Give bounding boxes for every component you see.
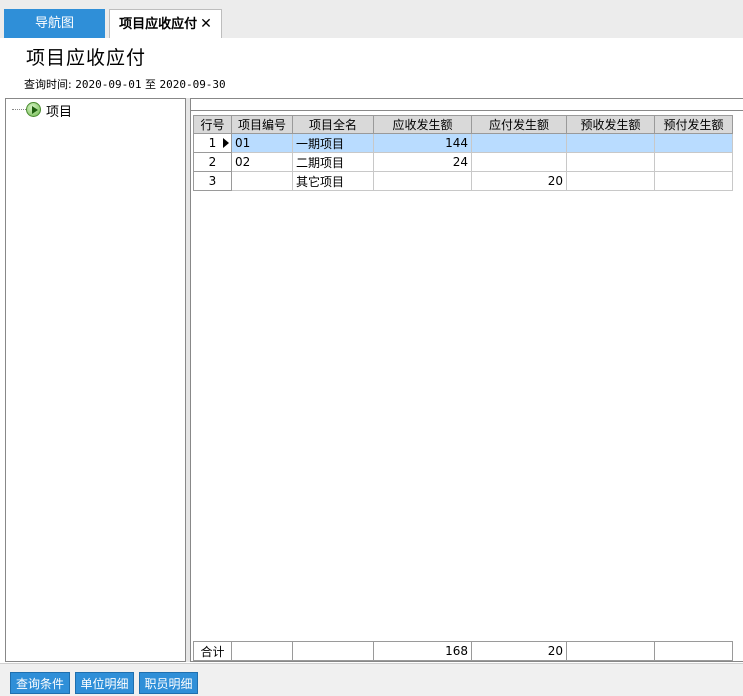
grid-top-strip — [191, 99, 743, 111]
name-cell[interactable]: 一期项目 — [292, 133, 374, 153]
code-cell[interactable] — [231, 171, 293, 191]
column-header-receivable[interactable]: 应收发生额 — [373, 115, 472, 134]
totals-receivable: 168 — [373, 641, 472, 661]
totals-row: 合计 168 20 — [193, 641, 733, 661]
grid-header-row: 行号 项目编号 项目全名 应收发生额 应付发生额 预收发生额 预付发生额 — [193, 115, 733, 134]
play-circle-icon — [26, 102, 41, 117]
tree-connector — [12, 109, 26, 110]
query-time-line: 查询时间: 2020-09-01 至 2020-09-30 — [24, 76, 226, 92]
row-number-cell: 1 — [193, 133, 232, 153]
totals-prereceived — [566, 641, 655, 661]
prereceived-cell[interactable] — [566, 152, 655, 172]
totals-payable: 20 — [471, 641, 567, 661]
date-to: 2020-09-30 — [159, 78, 226, 91]
bottom-toolbar: 查询条件 单位明细 职员明细 — [0, 663, 743, 696]
totals-name — [292, 641, 374, 661]
table-row[interactable]: 1 01 一期项目 144 — [193, 133, 733, 153]
prereceived-cell[interactable] — [566, 171, 655, 191]
totals-row-table: 合计 168 20 — [193, 641, 733, 661]
tab-bar: 导航图 项目应收应付 ✕ — [0, 0, 743, 38]
column-header-prereceived[interactable]: 预收发生额 — [566, 115, 655, 134]
close-icon[interactable]: ✕ — [200, 16, 212, 32]
unit-detail-button[interactable]: 单位明细 — [75, 672, 134, 694]
query-time-label: 查询时间: — [24, 78, 72, 91]
prepaid-cell[interactable] — [654, 171, 733, 191]
staff-detail-button[interactable]: 职员明细 — [139, 672, 198, 694]
receivable-cell[interactable]: 144 — [373, 133, 472, 153]
page-title: 项目应收应付 — [26, 47, 147, 69]
tab-project-receivable-payable[interactable]: 项目应收应付 ✕ — [109, 9, 222, 38]
query-conditions-button[interactable]: 查询条件 — [10, 672, 70, 694]
receivable-cell[interactable] — [373, 171, 472, 191]
date-to-word: 至 — [144, 78, 156, 91]
totals-prepaid — [654, 641, 733, 661]
payable-cell[interactable]: 20 — [471, 171, 567, 191]
grid-panel: 行号 项目编号 项目全名 应收发生额 应付发生额 预收发生额 预付发生额 1 0… — [190, 98, 743, 662]
tab-navigation-map[interactable]: 导航图 — [4, 9, 105, 38]
column-header-payable[interactable]: 应付发生额 — [471, 115, 567, 134]
project-tree-panel: 项目 — [5, 98, 186, 662]
prepaid-cell[interactable] — [654, 133, 733, 153]
payable-cell[interactable] — [471, 133, 567, 153]
date-from: 2020-09-01 — [75, 78, 142, 91]
name-cell[interactable]: 其它项目 — [292, 171, 374, 191]
column-header-rownum[interactable]: 行号 — [193, 115, 232, 134]
tree-node-project[interactable]: 项目 — [46, 101, 72, 120]
table-row[interactable]: 3 其它项目 20 — [193, 171, 733, 191]
row-number-cell: 3 — [193, 171, 232, 191]
name-cell[interactable]: 二期项目 — [292, 152, 374, 172]
receivable-cell[interactable]: 24 — [373, 152, 472, 172]
prepaid-cell[interactable] — [654, 152, 733, 172]
code-cell[interactable]: 02 — [231, 152, 293, 172]
row-number-cell: 2 — [193, 152, 232, 172]
code-cell[interactable]: 01 — [231, 133, 293, 153]
column-header-name[interactable]: 项目全名 — [292, 115, 374, 134]
prereceived-cell[interactable] — [566, 133, 655, 153]
column-header-code[interactable]: 项目编号 — [231, 115, 293, 134]
tab-navigation-map-label: 导航图 — [34, 16, 74, 31]
tab-active-label: 项目应收应付 — [119, 17, 198, 32]
column-header-prepaid[interactable]: 预付发生额 — [654, 115, 733, 134]
payable-cell[interactable] — [471, 152, 567, 172]
totals-code — [231, 641, 293, 661]
table-row[interactable]: 2 02 二期项目 24 — [193, 152, 733, 172]
row-indicator-icon — [223, 138, 229, 148]
data-grid: 行号 项目编号 项目全名 应收发生额 应付发生额 预收发生额 预付发生额 1 0… — [193, 115, 733, 191]
totals-label: 合计 — [193, 641, 232, 661]
